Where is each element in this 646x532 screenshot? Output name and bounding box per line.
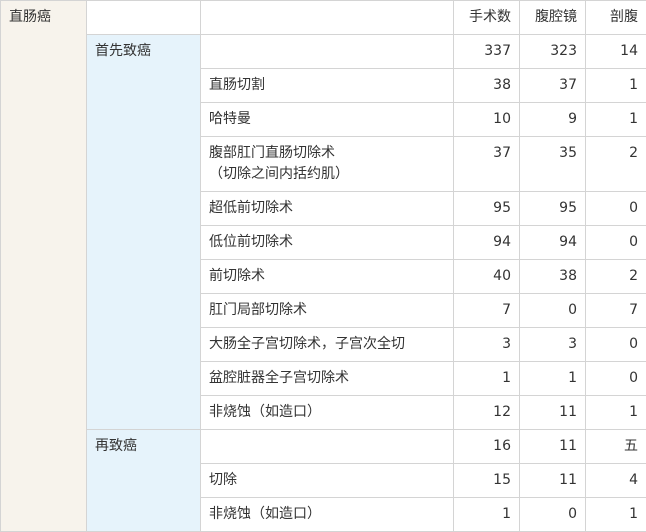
category-label: 直肠癌 — [9, 9, 51, 25]
procedure-name-line: 腹部肛门直肠切除术 — [209, 143, 445, 164]
procedure-name-line: 超低前切除术 — [209, 198, 445, 219]
procedure-name-line: 大肠全子宫切除术，子宫次全切 — [209, 334, 445, 355]
cell-surgeries: 15 — [454, 464, 520, 498]
cell-surgeries: 1 — [454, 362, 520, 396]
group-row: 首先致癌33732314 — [1, 35, 646, 69]
header-blank-cell — [201, 1, 454, 35]
cell-surgeries: 3 — [454, 328, 520, 362]
procedure-name-line: 低位前切除术 — [209, 232, 445, 253]
procedure-name-line: 切除 — [209, 470, 445, 491]
column-header-surgeries: 手术数 — [454, 1, 520, 35]
column-header-open: 剖腹 — [586, 1, 646, 35]
group-row: 再致癌1611五 — [1, 430, 646, 464]
cell-laparoscopic: 0 — [520, 498, 586, 532]
surgery-table: 直肠癌 手术数 腹腔镜 剖腹 首先致癌33732314直肠切割38371哈特曼1… — [0, 0, 646, 532]
cell-laparoscopic: 94 — [520, 226, 586, 260]
cell-laparoscopic: 38 — [520, 260, 586, 294]
procedure-name: 直肠切割 — [201, 69, 454, 103]
table-body: 直肠癌 手术数 腹腔镜 剖腹 首先致癌33732314直肠切割38371哈特曼1… — [1, 1, 646, 532]
cell-laparoscopic: 35 — [520, 137, 586, 192]
cell-open: 1 — [586, 103, 646, 137]
group-total-surgeries: 337 — [454, 35, 520, 69]
cell-laparoscopic: 37 — [520, 69, 586, 103]
procedure-name: 前切除术 — [201, 260, 454, 294]
cell-surgeries: 10 — [454, 103, 520, 137]
cell-laparoscopic: 11 — [520, 464, 586, 498]
procedure-name: 超低前切除术 — [201, 192, 454, 226]
group-total-laparoscopic: 323 — [520, 35, 586, 69]
cell-open: 2 — [586, 260, 646, 294]
cell-open: 1 — [586, 69, 646, 103]
category-cell: 直肠癌 — [1, 1, 87, 532]
header-row: 直肠癌 手术数 腹腔镜 剖腹 — [1, 1, 646, 35]
procedure-name-line: 肛门局部切除术 — [209, 300, 445, 321]
group-blank-cell — [201, 430, 454, 464]
cell-open: 0 — [586, 226, 646, 260]
cell-surgeries: 1 — [454, 498, 520, 532]
cell-open: 0 — [586, 192, 646, 226]
header-blank-cell — [87, 1, 201, 35]
group-total-surgeries: 16 — [454, 430, 520, 464]
procedure-name-line: 非烧蚀（如造口） — [209, 504, 445, 525]
group-label: 再致癌 — [87, 430, 201, 532]
procedure-name: 腹部肛门直肠切除术（切除之间内括约肌） — [201, 137, 454, 192]
cell-laparoscopic: 95 — [520, 192, 586, 226]
procedure-name-line: 直肠切割 — [209, 75, 445, 96]
procedure-name-line: 非烧蚀（如造口） — [209, 402, 445, 423]
cell-open: 0 — [586, 362, 646, 396]
procedure-name-line: 前切除术 — [209, 266, 445, 287]
group-blank-cell — [201, 35, 454, 69]
procedure-name: 肛门局部切除术 — [201, 294, 454, 328]
cell-surgeries: 7 — [454, 294, 520, 328]
procedure-name: 低位前切除术 — [201, 226, 454, 260]
cell-open: 7 — [586, 294, 646, 328]
group-total-laparoscopic: 11 — [520, 430, 586, 464]
cell-laparoscopic: 9 — [520, 103, 586, 137]
cell-open: 1 — [586, 396, 646, 430]
group-total-open: 五 — [586, 430, 646, 464]
cell-surgeries: 40 — [454, 260, 520, 294]
cell-surgeries: 38 — [454, 69, 520, 103]
cell-surgeries: 94 — [454, 226, 520, 260]
cell-open: 1 — [586, 498, 646, 532]
procedure-name-line: （切除之间内括约肌） — [209, 164, 445, 185]
procedure-name: 切除 — [201, 464, 454, 498]
cell-surgeries: 95 — [454, 192, 520, 226]
procedure-name-line: 盆腔脏器全子宫切除术 — [209, 368, 445, 389]
cell-laparoscopic: 0 — [520, 294, 586, 328]
cell-laparoscopic: 11 — [520, 396, 586, 430]
procedure-name-line: 哈特曼 — [209, 109, 445, 130]
column-header-laparoscopic: 腹腔镜 — [520, 1, 586, 35]
group-total-open: 14 — [586, 35, 646, 69]
procedure-name: 大肠全子宫切除术，子宫次全切 — [201, 328, 454, 362]
cell-laparoscopic: 3 — [520, 328, 586, 362]
procedure-name: 哈特曼 — [201, 103, 454, 137]
procedure-name: 非烧蚀（如造口） — [201, 396, 454, 430]
cell-open: 0 — [586, 328, 646, 362]
cell-laparoscopic: 1 — [520, 362, 586, 396]
cell-surgeries: 37 — [454, 137, 520, 192]
cell-open: 2 — [586, 137, 646, 192]
procedure-name: 盆腔脏器全子宫切除术 — [201, 362, 454, 396]
group-label: 首先致癌 — [87, 35, 201, 430]
cell-surgeries: 12 — [454, 396, 520, 430]
procedure-name: 非烧蚀（如造口） — [201, 498, 454, 532]
cell-open: 4 — [586, 464, 646, 498]
